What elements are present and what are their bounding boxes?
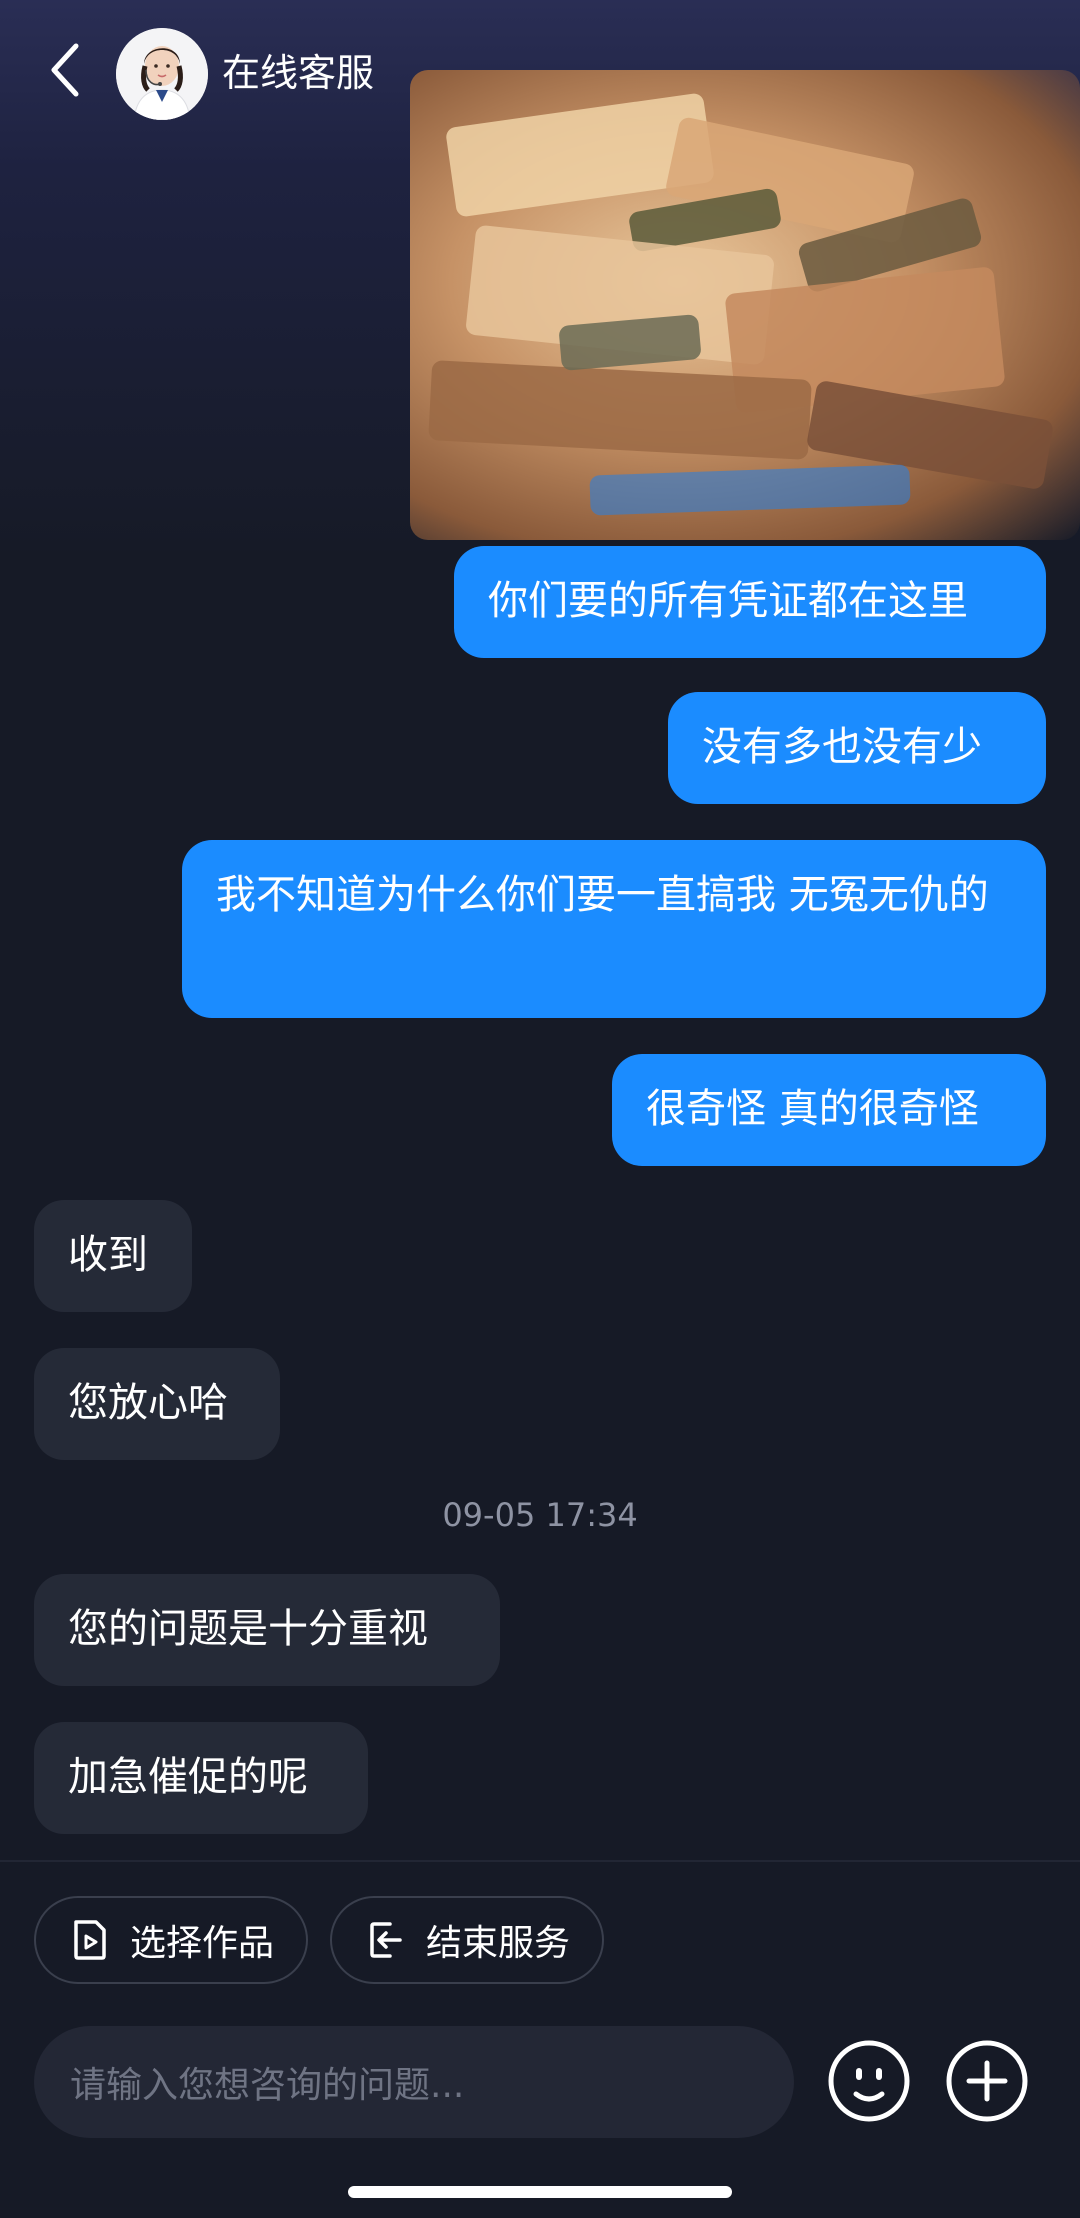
message-input[interactable]: 请输入您想咨询的问题... — [34, 2026, 794, 2138]
message-bubble-incoming[interactable]: 收到 — [34, 1200, 192, 1312]
select-work-label: 选择作品 — [130, 1923, 275, 1964]
agent-avatar[interactable] — [116, 28, 208, 120]
message-bubble-incoming[interactable]: 加急催促的呢 — [34, 1722, 368, 1834]
composer-divider — [0, 1860, 1080, 1862]
select-work-button[interactable]: 选择作品 — [34, 1896, 308, 1984]
video-file-icon — [74, 1920, 106, 1960]
home-indicator — [348, 2186, 732, 2198]
emoji-icon[interactable] — [826, 2038, 912, 2124]
exit-icon — [370, 1922, 402, 1958]
end-service-button[interactable]: 结束服务 — [330, 1896, 604, 1984]
chevron-left-icon[interactable] — [44, 40, 90, 100]
end-service-label: 结束服务 — [426, 1923, 571, 1964]
message-bubble-incoming[interactable]: 您的问题是十分重视 — [34, 1574, 500, 1686]
message-input-placeholder: 请输入您想咨询的问题... — [70, 2065, 465, 2106]
message-bubble-outgoing[interactable]: 你们要的所有凭证都在这里 — [454, 546, 1046, 658]
message-bubble-outgoing[interactable]: 没有多也没有少 — [668, 692, 1046, 804]
message-timestamp: 09-05 17:34 — [442, 1496, 638, 1534]
message-bubble-outgoing[interactable]: 很奇怪 真的很奇怪 — [612, 1054, 1046, 1166]
support-agent-avatar — [116, 28, 208, 120]
blurred-image-attachment[interactable] — [410, 70, 1080, 540]
plus-circle-icon[interactable] — [944, 2038, 1030, 2124]
message-bubble-outgoing[interactable]: 我不知道为什么你们要一直搞我 无冤无仇的 — [182, 840, 1046, 1018]
chat-title: 在线客服 — [222, 51, 375, 95]
message-bubble-incoming[interactable]: 您放心哈 — [34, 1348, 280, 1460]
